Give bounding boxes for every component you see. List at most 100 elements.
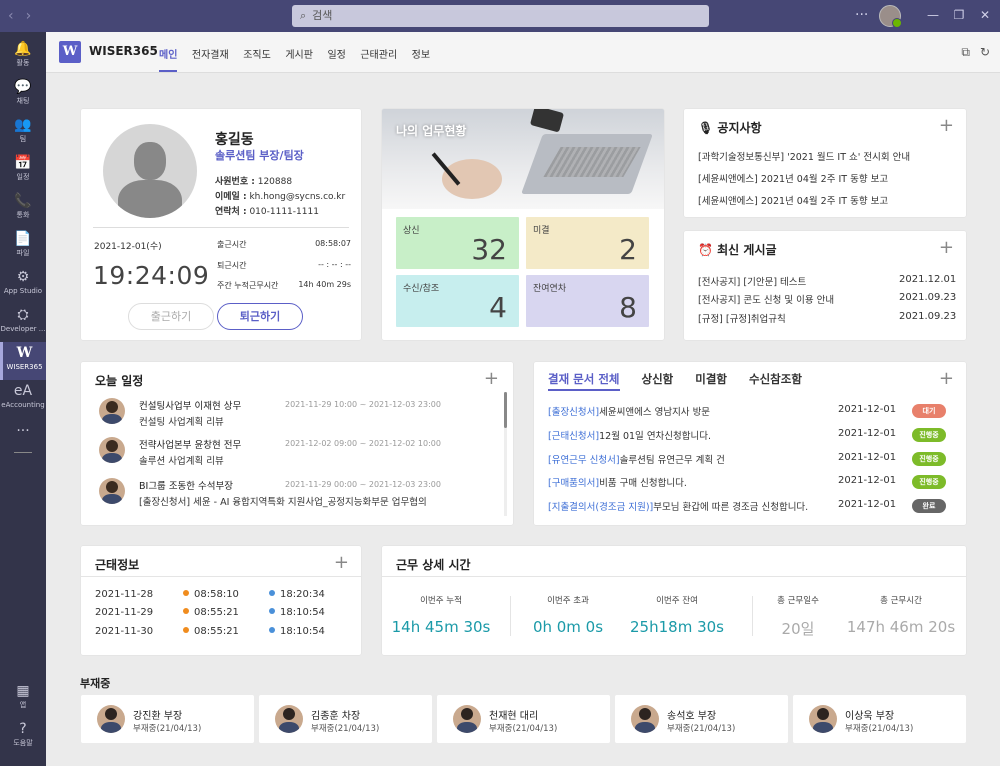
tab-attendance[interactable]: 근태관리 (360, 46, 397, 61)
tile-pending[interactable]: 미결 2 (526, 217, 649, 269)
close-icon[interactable]: ✕ (972, 8, 998, 22)
checkin-button[interactable]: 출근하기 (128, 303, 214, 330)
rail-item-eaccounting[interactable]: eA eAccounting (0, 380, 46, 418)
work-detail-card: 근무 상세 시간 이번주 누적 14h 45m 30s 이번주 초과 0h 0m 0… (382, 546, 966, 655)
post-item[interactable]: [전사공지] 콘도 신청 및 이용 안내 (698, 292, 834, 306)
approval-item[interactable]: [지출결의서(경조금 지원)]부모님 환갑에 따른 경조금 신청합니다. (548, 499, 808, 513)
search-input[interactable]: ⌕ 검색 (292, 5, 709, 27)
schedule-desc: [출장신청서] 세윤 - AI 융합지역특화 지원사업_공정지능화부문 업무협의 (139, 497, 427, 508)
wiser365-logo: W (59, 41, 81, 63)
schedule-desc: 솔루션 사업계획 리뷰 (139, 456, 224, 467)
tile-received[interactable]: 수신/참조 4 (396, 275, 519, 327)
post-item[interactable]: [규정] [규정]취업규칙 (698, 311, 786, 325)
rail-item-activity[interactable]: 🔔 활동 (0, 38, 46, 76)
rail-item-files[interactable]: 📄 파일 (0, 228, 46, 266)
back-icon[interactable]: ‹ (8, 8, 26, 24)
eaccounting-icon: eA (13, 383, 33, 399)
approval-item[interactable]: [유연근무 신청서]솔루션팀 유연근무 계획 건 (548, 452, 725, 466)
tab-info[interactable]: 정보 (412, 46, 430, 61)
nav-arrows[interactable]: ‹› (8, 8, 43, 24)
rail-item-app-studio[interactable]: ⚙ App Studio (0, 266, 46, 304)
tab-org-chart[interactable]: 조직도 (243, 46, 271, 61)
minimize-icon[interactable]: — (920, 8, 946, 22)
schedule-person[interactable]: BI그룹 조동한 수석부장 (139, 478, 233, 492)
search-placeholder: 검색 (312, 9, 333, 22)
schedule-time: 2021-11-29 00:00 ~ 2021-12-03 23:00 (285, 480, 441, 489)
weekly-accumulated: 이번주 누적 14h 45m 30s (391, 596, 491, 636)
notice-item[interactable]: [세윤씨앤에스] 2021년 04월 2주 IT 동향 보고 (698, 193, 888, 207)
post-item[interactable]: [전사공지] [기안문] 테스트 (698, 274, 806, 288)
post-date: 2021.12.01 (899, 274, 957, 285)
notice-title: 🎙 공지사항 (698, 121, 762, 135)
notice-add-button[interactable]: + (939, 115, 954, 136)
schedule-scrollbar[interactable] (504, 392, 507, 516)
profile-title: 솔루션팀 부장/팀장 (215, 149, 304, 162)
tab-main[interactable]: 메인 (159, 46, 178, 72)
tab-schedule[interactable]: 일정 (327, 46, 345, 61)
approval-date: 2021-12-01 (838, 499, 897, 510)
app-rail: 🔔 활동 💬 채팅 👥 팀 📅 일정 📞 통화 📄 파일 ⚙ App Studio ⛭ Deve… (0, 32, 46, 766)
attendance-add-button[interactable]: + (334, 552, 349, 573)
popout-icon[interactable]: ⧉ (961, 45, 970, 59)
tile-submitted[interactable]: 상신 32 (396, 217, 519, 269)
avatar (99, 478, 125, 504)
forward-icon[interactable]: › (26, 8, 44, 24)
approval-item[interactable]: [출장신청서]세윤씨앤에스 영남지사 방문 (548, 404, 710, 418)
rail-item-calls[interactable]: 📞 통화 (0, 190, 46, 228)
profile-email: 이메일 : kh.hong@sycns.co.kr (215, 192, 346, 202)
rail-item-teams[interactable]: 👥 팀 (0, 114, 46, 152)
more-options-icon[interactable]: ··· (855, 7, 868, 23)
absent-person-card[interactable]: 송석호 부장 부재중(21/04/13) (615, 695, 788, 743)
maximize-icon[interactable]: ❐ (946, 8, 972, 22)
tab-board[interactable]: 게시판 (285, 46, 313, 61)
avatar (99, 398, 125, 424)
tile-remaining-leave[interactable]: 잔여연차 8 (526, 275, 649, 327)
recent-posts-add-button[interactable]: + (939, 237, 954, 258)
phone-icon: 📞 (14, 193, 32, 209)
tab-submitted-box[interactable]: 상신함 (642, 371, 674, 387)
absent-person-card[interactable]: 이상욱 부장 부재중(21/04/13) (793, 695, 966, 743)
approval-date: 2021-12-01 (838, 475, 897, 486)
clock-icon: ⏰ (698, 243, 713, 257)
rail-item-apps[interactable]: ▦ 앱 (0, 680, 46, 718)
attendance-out: 18:10:54 (269, 626, 325, 637)
approval-add-button[interactable]: + (939, 368, 954, 389)
rail-item-help[interactable]: ? 도움말 (0, 718, 46, 756)
main-tabs: 메인 전자결재 조직도 게시판 일정 근태관리 정보 (159, 46, 441, 72)
schedule-card: 오늘 일정 + 컨설팅사업부 이재현 상무 2021-11-29 10:00 ~… (81, 362, 513, 525)
app-name: WISER365 (89, 44, 158, 58)
schedule-add-button[interactable]: + (484, 368, 499, 389)
schedule-person[interactable]: 전략사업본부 윤창현 전무 (139, 437, 241, 451)
rail-item-wiser365[interactable]: W WISER365 (0, 342, 46, 380)
search-icon: ⌕ (300, 9, 307, 22)
absent-person-card[interactable]: 강진환 부장 부재중(21/04/13) (81, 695, 254, 743)
window-controls: — ❐ ✕ (920, 8, 998, 22)
schedule-person[interactable]: 컨설팅사업부 이재현 상무 (139, 398, 241, 412)
rail-item-chat[interactable]: 💬 채팅 (0, 76, 46, 114)
rail-item-calendar[interactable]: 📅 일정 (0, 152, 46, 190)
file-icon: 📄 (14, 231, 32, 247)
notice-item[interactable]: [세윤씨앤에스] 2021년 04월 2주 IT 동향 보고 (698, 171, 888, 185)
notice-item[interactable]: [과학기술정보통신부] '2021 월드 IT 쇼' 전시회 안내 (698, 149, 910, 163)
tab-all-documents[interactable]: 결재 문서 전체 (548, 371, 620, 391)
avatar (631, 705, 659, 733)
attendance-title: 근태정보 (95, 558, 140, 572)
attendance-in: 08:58:10 (183, 589, 239, 600)
user-avatar[interactable] (879, 5, 902, 28)
rail-item-developer[interactable]: ⛭ Developer ... (0, 304, 46, 342)
bell-icon: 🔔 (14, 41, 32, 57)
notice-card: 🎙 공지사항 + [과학기술정보통신부] '2021 월드 IT 쇼' 전시회 … (684, 109, 966, 217)
tab-pending-box[interactable]: 미결함 (695, 371, 727, 387)
tab-received-box[interactable]: 수신참조함 (749, 371, 802, 387)
avatar (97, 705, 125, 733)
refresh-icon[interactable]: ↻ (980, 45, 990, 59)
tab-approval[interactable]: 전자결재 (192, 46, 229, 61)
team-icon: 👥 (14, 117, 32, 133)
approval-item[interactable]: [구매품의서]비품 구매 신청합니다. (548, 475, 687, 489)
checkout-button[interactable]: 퇴근하기 (217, 303, 303, 330)
absent-person-card[interactable]: 천재현 대리 부재중(21/04/13) (437, 695, 610, 743)
weekly-remaining: 이번주 잔여 25h18m 30s (630, 596, 724, 636)
weekly-overtime: 이번주 초과 0h 0m 0s (532, 596, 604, 636)
approval-item[interactable]: [근태신청서]12월 01일 연차신청합니다. (548, 428, 711, 442)
absent-person-card[interactable]: 김종훈 차장 부재중(21/04/13) (259, 695, 432, 743)
